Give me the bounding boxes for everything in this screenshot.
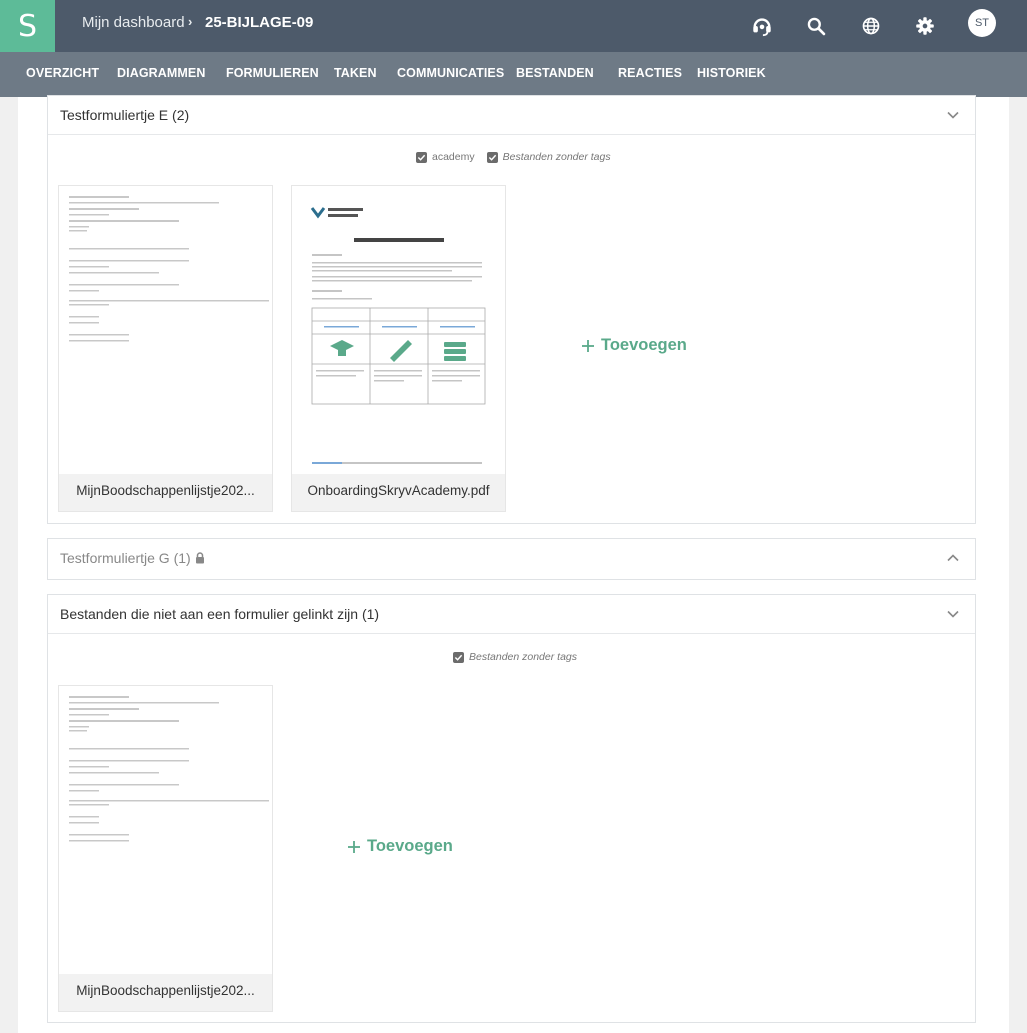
tab-diagrammen[interactable]: DIAGRAMMEN (117, 52, 206, 97)
tag-label: Bestanden zonder tags (469, 651, 577, 663)
tag-checkbox-academy[interactable]: academy (416, 151, 475, 163)
tab-reacties[interactable]: REACTIES (618, 52, 682, 97)
checkbox-checked-icon (486, 151, 498, 163)
tag-label: academy (432, 151, 475, 163)
tag-filter: Bestanden zonder tags (453, 651, 577, 663)
add-file-label: Toevoegen (367, 837, 453, 855)
add-file-button[interactable]: Toevoegen (347, 837, 453, 856)
file-card[interactable]: OnboardingSkryvAcademy.pdf (291, 185, 506, 512)
chevron-down-icon[interactable] (947, 608, 959, 620)
checkbox-checked-icon (416, 151, 427, 163)
chevron-down-icon[interactable] (947, 109, 959, 121)
tag-label: Bestanden zonder tags (502, 151, 611, 163)
section-header[interactable]: Bestanden die niet aan een formulier gel… (48, 595, 975, 634)
file-preview (292, 186, 505, 474)
files-content: Testformuliertje E (2) academy Bestanden… (18, 95, 1009, 1033)
file-name: OnboardingSkryvAcademy.pdf (307, 483, 490, 498)
avatar[interactable]: ST (968, 9, 996, 37)
section-testformuliertje-e: Testformuliertje E (2) academy Bestanden… (47, 95, 976, 524)
file-preview (59, 686, 272, 974)
plus-icon (582, 339, 594, 352)
document-thumbnail-icon (69, 696, 269, 842)
app-logo[interactable]: S (0, 0, 55, 52)
tab-formulieren[interactable]: FORMULIEREN (226, 52, 319, 97)
checkbox-checked-icon (453, 651, 464, 663)
search-icon[interactable] (801, 11, 831, 41)
section-header[interactable]: Testformuliertje G (1) (48, 539, 975, 578)
file-name: MijnBoodschappenlijstje202... (76, 983, 255, 998)
section-title: Testformuliertje E (2) (60, 107, 190, 123)
tag-checkbox-untagged[interactable]: Bestanden zonder tags (486, 151, 611, 163)
section-header[interactable]: Testformuliertje E (2) (48, 96, 975, 135)
globe-icon[interactable] (856, 11, 886, 41)
top-bar: S Mijn dashboard › 25-BIJLAGE-09 ST (0, 0, 1027, 52)
tag-checkbox-untagged[interactable]: Bestanden zonder tags (453, 651, 577, 663)
chevron-up-icon[interactable] (947, 552, 959, 564)
headset-icon[interactable] (747, 11, 777, 41)
file-card[interactable]: MijnBoodschappenlijstje202... (58, 685, 273, 1012)
section-title: Bestanden die niet aan een formulier gel… (60, 606, 380, 622)
gear-icon[interactable] (910, 11, 940, 41)
breadcrumb-current: 25-BIJLAGE-09 (205, 14, 314, 31)
breadcrumb-home[interactable]: Mijn dashboard (82, 14, 185, 31)
file-preview (59, 186, 272, 474)
plus-icon (348, 840, 360, 853)
tab-taken[interactable]: TAKEN (334, 52, 377, 97)
section-nav: OVERZICHT DIAGRAMMEN FORMULIEREN TAKEN C… (0, 52, 1027, 97)
breadcrumb-separator: › (188, 14, 193, 29)
lock-icon (195, 552, 204, 564)
tag-filter: academy Bestanden zonder tags (416, 151, 611, 163)
tab-bestanden[interactable]: BESTANDEN (508, 52, 602, 97)
tab-historiek[interactable]: HISTORIEK (697, 52, 766, 97)
pdf-thumbnail-icon (310, 207, 486, 464)
file-card[interactable]: MijnBoodschappenlijstje202... (58, 185, 273, 512)
file-name: MijnBoodschappenlijstje202... (76, 483, 255, 498)
section-unlinked-files: Bestanden die niet aan een formulier gel… (47, 594, 976, 1023)
section-title: Testformuliertje G (1) (60, 550, 205, 566)
add-file-label: Toevoegen (601, 336, 687, 354)
section-testformuliertje-g: Testformuliertje G (1) (47, 538, 976, 580)
tab-communicaties[interactable]: COMMUNICATIES (397, 52, 504, 97)
add-file-button[interactable]: Toevoegen (581, 336, 687, 355)
tab-overzicht[interactable]: OVERZICHT (26, 52, 99, 97)
document-thumbnail-icon (69, 196, 269, 342)
